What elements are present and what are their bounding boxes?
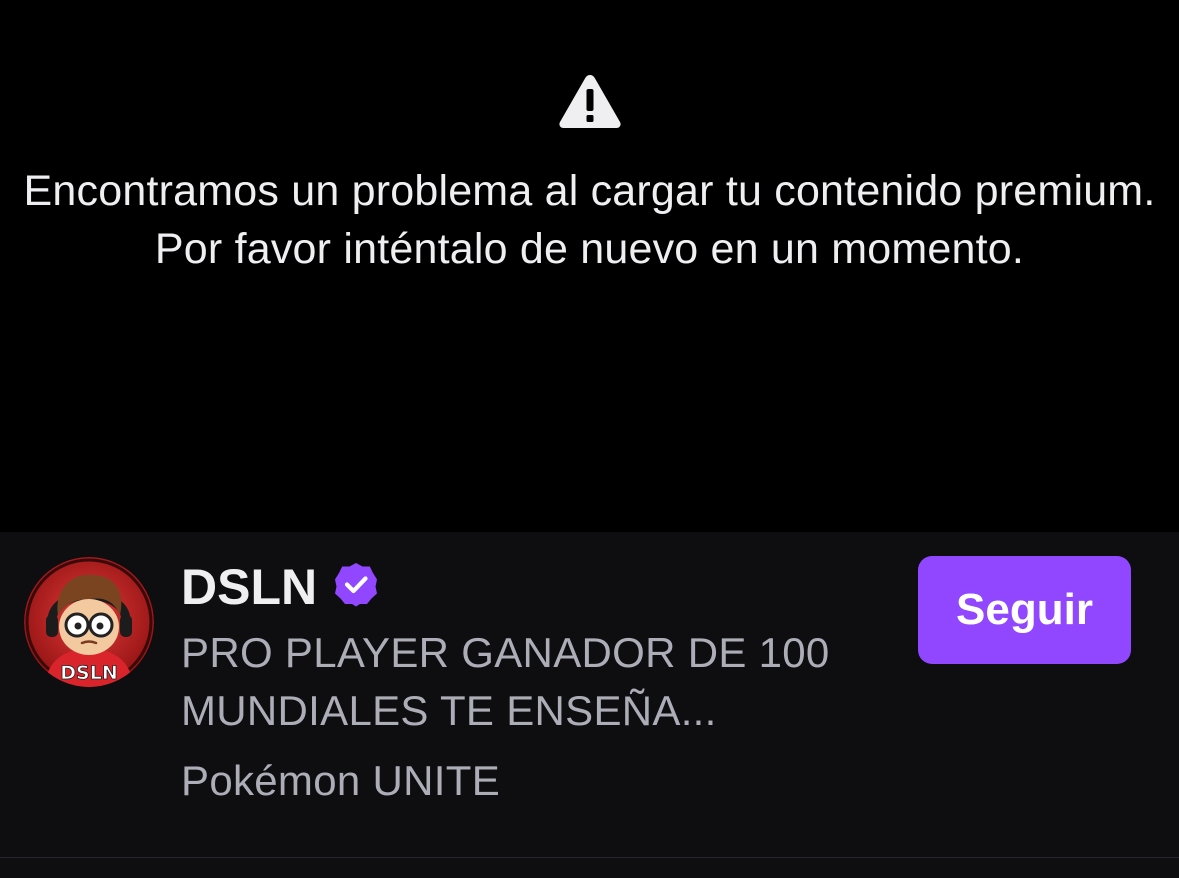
bottom-strip xyxy=(0,858,1179,878)
channel-name[interactable]: DSLN xyxy=(181,557,317,617)
channel-avatar[interactable]: DSLN xyxy=(24,557,154,687)
stream-title: PRO PLAYER GANADOR DE 100 MUNDIALES TE E… xyxy=(181,629,830,734)
follow-button[interactable]: Seguir xyxy=(918,556,1131,664)
error-message: Encontramos un problema al cargar tu con… xyxy=(23,167,1156,273)
verified-badge-icon xyxy=(335,563,377,607)
warning-triangle-icon xyxy=(559,75,621,128)
avatar-logo-text: DSLN xyxy=(60,662,117,684)
game-category-link[interactable]: Pokémon UNITE xyxy=(181,752,500,810)
video-player[interactable]: Encontramos un problema al cargar tu con… xyxy=(0,0,1179,532)
